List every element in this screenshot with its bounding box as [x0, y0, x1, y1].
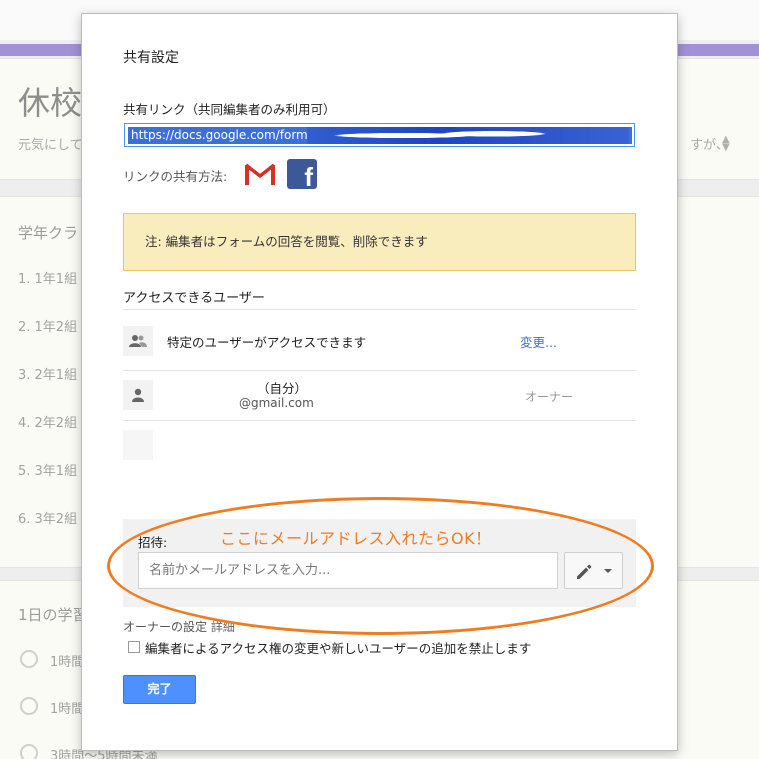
person-icon — [123, 430, 153, 460]
radio-label: 1時間 — [50, 655, 85, 670]
list-item: 1. 1年1組 — [18, 272, 78, 287]
divider — [123, 309, 636, 310]
gmail-icon[interactable] — [244, 161, 276, 187]
radio-button — [20, 650, 38, 668]
form-title: 休校 — [18, 84, 83, 122]
redaction-scribble — [307, 127, 629, 144]
form-description: 元気にして — [18, 138, 83, 153]
owner-name: （自分） — [257, 381, 308, 396]
annotation-text: ここにメールアドレス入れたらOK！ — [220, 529, 492, 548]
question-title: 学年クラ — [18, 224, 79, 242]
share-link-field[interactable]: https://docs.google.com/forms/ — [124, 123, 635, 147]
radio-button — [20, 697, 38, 715]
divider — [123, 370, 636, 371]
list-item: 5. 3年1組 — [18, 464, 78, 479]
access-mode-text: 特定のユーザーがアクセスできます — [167, 335, 367, 350]
share-link-label: 共有リンク（共同編集者のみ利用可） — [123, 102, 336, 117]
restrict-editors-checkbox[interactable] — [128, 641, 140, 653]
dialog-title: 共有設定 — [123, 50, 179, 66]
share-settings-dialog: 共有設定 共有リンク（共同編集者のみ利用可） https://docs.goog… — [81, 13, 678, 751]
done-button[interactable]: 完了 — [123, 675, 196, 704]
share-via-label: リンクの共有方法: — [123, 169, 228, 184]
list-item: 4. 2年2組 — [18, 416, 78, 431]
owner-settings-label: オーナーの設定 — [123, 620, 208, 634]
list-item: 2. 1年2組 — [18, 320, 78, 335]
people-icon — [123, 326, 153, 356]
access-section-title: アクセスできるユーザー — [123, 291, 265, 306]
list-item: 6. 3年2組 — [18, 512, 78, 527]
change-access-link[interactable]: 変更... — [520, 332, 557, 351]
annotation-ellipse — [107, 497, 654, 635]
owner-email: @gmail.com — [239, 396, 314, 410]
radio-button — [20, 744, 38, 759]
restrict-editors-label: 編集者によるアクセス権の変更や新しいユーザーの追加を禁止します — [145, 641, 532, 656]
divider — [123, 420, 636, 421]
list-item: 3. 2年1組 — [18, 368, 78, 383]
facebook-icon[interactable]: f — [287, 159, 317, 189]
question-title-2: 1日の学習 — [18, 606, 88, 624]
spinner-icon: ▲ ▼ — [722, 134, 730, 153]
owner-role: オーナー — [525, 390, 574, 404]
editor-note: 注: 編集者はフォームの回答を閲覧、削除できます — [123, 213, 636, 271]
person-icon — [123, 380, 153, 410]
radio-label: 1時間 — [50, 702, 85, 717]
